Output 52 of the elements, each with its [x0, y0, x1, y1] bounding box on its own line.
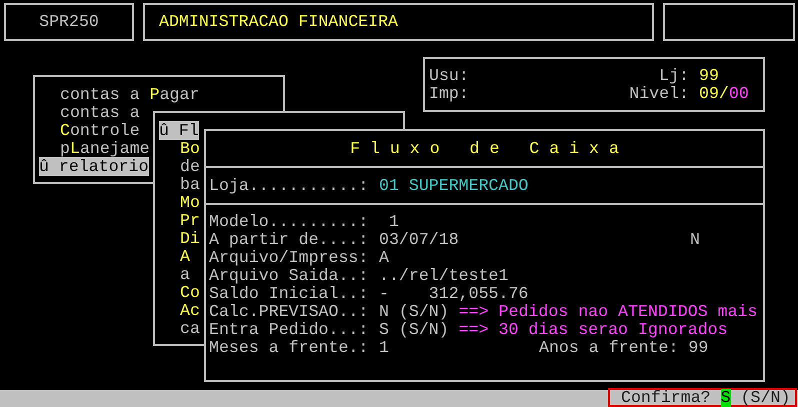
printer-label: Imp:	[429, 85, 470, 103]
field-label: Meses a frente.:	[209, 339, 370, 357]
field-label: Anos a frente:	[539, 339, 678, 357]
menu-item[interactable]: ca	[180, 320, 200, 338]
menu-item[interactable]: contas a	[60, 104, 140, 122]
menu-item[interactable]: û relatorio	[39, 158, 149, 176]
menu-item[interactable]: Pr	[180, 212, 200, 230]
menu-item[interactable]: Ac	[180, 302, 200, 320]
field-label: Loja...........:	[209, 176, 370, 194]
field-value[interactable]: 03/07/18	[379, 231, 459, 249]
menu-item[interactable]: Di	[180, 230, 200, 248]
field-label: Modelo.........:	[209, 213, 370, 231]
answer-field[interactable]: S	[720, 388, 731, 406]
program-code: SPR250	[39, 13, 99, 31]
menu-item[interactable]: ba	[180, 176, 200, 194]
field-value[interactable]: A	[379, 249, 389, 267]
field-label: Entra Pedido...:	[209, 321, 370, 339]
note-text: ==> 30 dias serao Ignorados	[458, 321, 728, 339]
menu-item[interactable]: A	[180, 248, 190, 266]
field-value[interactable]: S (S/N)	[379, 321, 449, 339]
menu-item[interactable]: Co	[180, 284, 200, 302]
menu-item[interactable]: pLanejame	[60, 140, 150, 158]
store-label: Lj:	[658, 67, 689, 85]
note-text: ==> Pedidos nao ATENDIDOS mais	[458, 303, 758, 321]
store-number: 99	[699, 67, 720, 85]
field-label: Arquivo/Impress:	[209, 249, 370, 267]
dialog-title: F l u x o d e C a i x a	[350, 139, 619, 158]
prompt-text: Confirma?	[621, 388, 711, 406]
level-value: 09/00	[699, 85, 750, 103]
field-value[interactable]: - 312,055.76	[379, 285, 528, 303]
menu-item[interactable]: û Fl	[159, 122, 199, 140]
flag-value[interactable]: N	[690, 231, 700, 249]
field-value[interactable]: ../rel/teste1	[379, 267, 508, 285]
menu-item[interactable]: Bo	[180, 140, 200, 158]
field-value[interactable]: 1	[379, 339, 539, 357]
module-title: ADMINISTRACAO FINANCEIRA	[159, 13, 398, 31]
field-label: Arquivo Saida..:	[209, 267, 370, 285]
menu-item[interactable]: de	[180, 158, 200, 176]
level-label: Nivel:	[629, 85, 689, 103]
user-label: Usu:	[429, 67, 470, 85]
field-value[interactable]: 99	[688, 339, 708, 357]
menu-item[interactable]: Controle	[60, 122, 140, 140]
field-value[interactable]: 1	[379, 213, 399, 231]
field-label: Saldo Inicial..:	[209, 285, 370, 303]
options-text: (S/N)	[740, 388, 790, 406]
field-value[interactable]: N (S/N)	[379, 303, 449, 321]
menu-item[interactable]: a	[180, 266, 190, 284]
menu-item[interactable]: Mo	[180, 194, 200, 212]
store-value: 01 SUPERMERCADO	[379, 176, 528, 194]
menu-item[interactable]: contas a Pagar	[60, 86, 200, 104]
field-label: Calc.PREVISAO..:	[209, 303, 370, 321]
field-label: A partir de....:	[209, 231, 370, 249]
